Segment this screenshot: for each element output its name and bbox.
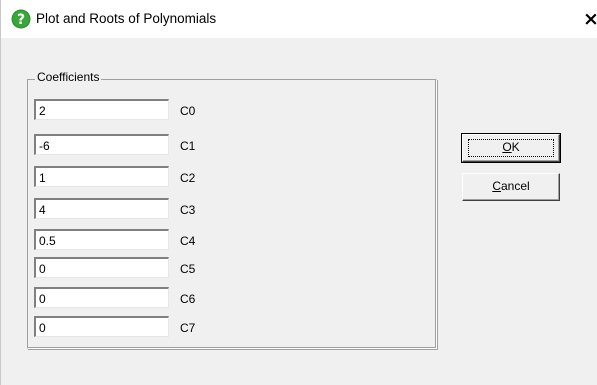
coefficient-label-c5: C5 [180, 262, 196, 276]
coefficient-input-c1[interactable] [34, 134, 169, 155]
help-question-icon: ? [11, 9, 31, 29]
ok-button-label: OK [502, 140, 519, 154]
close-icon[interactable]: × [583, 6, 597, 32]
dialog-window: ? Plot and Roots of Polynomials × Coeffi… [0, 0, 597, 385]
coefficient-input-c4[interactable] [34, 229, 169, 250]
coefficient-input-c5[interactable] [34, 257, 169, 278]
coefficient-input-c2[interactable] [34, 166, 169, 187]
ok-button[interactable]: OK [461, 133, 561, 163]
coefficient-label-c1: C1 [180, 139, 196, 153]
coefficient-label-c2: C2 [180, 171, 196, 185]
window-title: Plot and Roots of Polynomials [36, 11, 217, 26]
cancel-mnemonic: C [492, 179, 501, 193]
coefficient-input-c7[interactable] [34, 316, 169, 337]
svg-text:?: ? [17, 12, 25, 28]
coefficient-input-c3[interactable] [34, 198, 169, 219]
coefficient-input-c6[interactable] [34, 287, 169, 308]
coefficient-input-c0[interactable] [34, 99, 169, 120]
cancel-button-label: Cancel [492, 179, 529, 193]
ok-label-rest: K [511, 140, 520, 154]
coefficient-label-c7: C7 [180, 321, 196, 335]
coefficient-label-c0: C0 [180, 104, 196, 118]
cancel-label-rest: ancel [500, 179, 530, 193]
coefficient-label-c3: C3 [180, 203, 196, 217]
cancel-button[interactable]: Cancel [462, 173, 560, 201]
coefficient-label-c6: C6 [180, 292, 196, 306]
ok-mnemonic: O [502, 140, 512, 154]
title-bar[interactable]: ? Plot and Roots of Polynomials × [1, 0, 597, 38]
coefficients-group-label: Coefficients [35, 70, 102, 84]
coefficient-label-c4: C4 [180, 234, 196, 248]
